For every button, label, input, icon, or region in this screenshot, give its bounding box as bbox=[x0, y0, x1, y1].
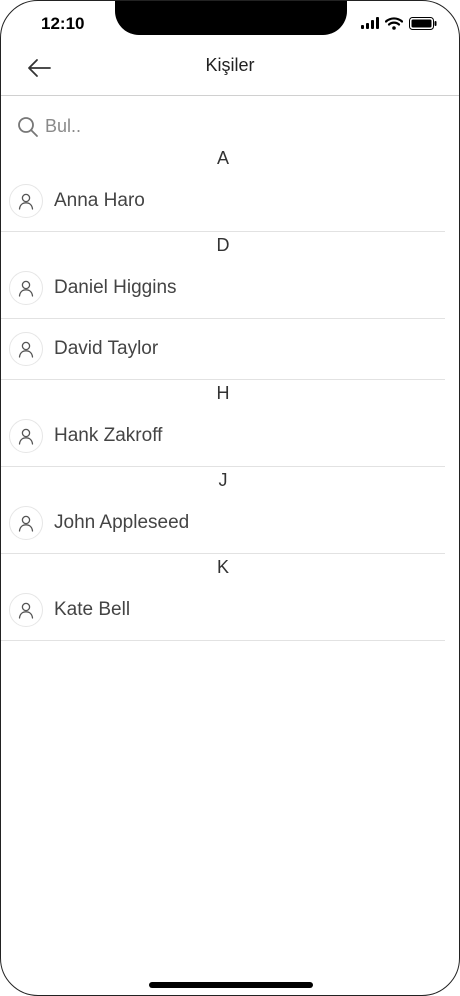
contact-row[interactable]: Daniel Higgins bbox=[1, 258, 445, 319]
person-icon bbox=[18, 515, 34, 532]
contact-row[interactable]: Hank Zakroff bbox=[1, 406, 445, 467]
person-icon bbox=[18, 602, 34, 619]
avatar bbox=[9, 332, 43, 366]
contact-name: John Appleseed bbox=[54, 512, 190, 533]
person-icon bbox=[18, 341, 34, 358]
section-header: K bbox=[216, 557, 229, 577]
cellular-signal-icon bbox=[361, 17, 379, 29]
person-icon bbox=[18, 193, 34, 210]
phone-frame: 12:10 Kişiler Bul.. A Anna Haro D Daniel… bbox=[0, 0, 460, 996]
wifi-icon bbox=[385, 16, 403, 30]
avatar bbox=[9, 593, 43, 627]
contact-row[interactable]: Anna Haro bbox=[1, 171, 445, 232]
contact-name: Daniel Higgins bbox=[54, 277, 177, 298]
section-header: D bbox=[216, 235, 230, 255]
contact-name: Kate Bell bbox=[54, 599, 131, 620]
avatar bbox=[9, 419, 43, 453]
avatar bbox=[9, 506, 43, 540]
search-icon bbox=[18, 117, 38, 137]
section-header: J bbox=[218, 470, 228, 490]
avatar bbox=[9, 184, 43, 218]
person-icon bbox=[18, 428, 34, 445]
status-time: 12:10 bbox=[41, 14, 85, 33]
contact-row[interactable]: David Taylor bbox=[1, 319, 445, 380]
status-icons bbox=[361, 15, 437, 31]
contact-name: Hank Zakroff bbox=[54, 425, 163, 446]
search-bar bbox=[1, 111, 459, 143]
page-title: Kişiler bbox=[205, 55, 255, 75]
contact-name: Anna Haro bbox=[54, 190, 145, 211]
search-input[interactable] bbox=[45, 113, 425, 139]
person-icon bbox=[18, 280, 34, 297]
avatar bbox=[9, 271, 43, 305]
section-header: A bbox=[216, 148, 229, 168]
home-indicator[interactable] bbox=[149, 982, 313, 988]
notch bbox=[115, 1, 347, 35]
navigation-header: Kişiler bbox=[1, 41, 459, 96]
contact-list: A Anna Haro D Daniel Higgins David Taylor H Ha… bbox=[1, 145, 445, 641]
contact-row[interactable]: Kate Bell bbox=[1, 580, 445, 641]
contact-name: David Taylor bbox=[54, 338, 159, 359]
contact-row[interactable]: John Appleseed bbox=[1, 493, 445, 554]
battery-icon bbox=[409, 16, 437, 30]
section-header: H bbox=[216, 383, 230, 403]
